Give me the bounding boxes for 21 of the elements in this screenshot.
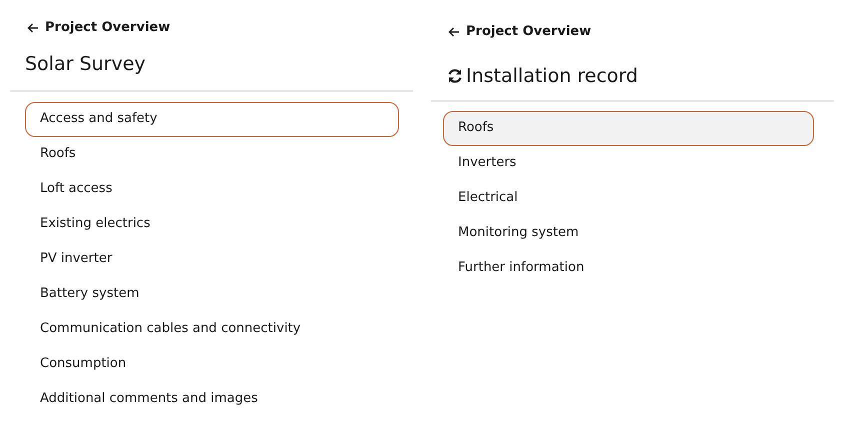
refresh-icon xyxy=(446,67,464,86)
section-item[interactable]: Monitoring system xyxy=(443,216,814,251)
back-arrow-icon xyxy=(27,22,39,34)
section-item[interactable]: Inverters xyxy=(443,146,814,181)
page-title: Solar Survey xyxy=(25,52,146,76)
back-link[interactable]: Project Overview xyxy=(448,22,592,42)
page-title: Installation record xyxy=(466,64,638,88)
section-item[interactable]: Consumption xyxy=(25,346,399,382)
section-item[interactable]: Electrical xyxy=(443,180,814,216)
section-item[interactable]: PV inverter xyxy=(25,242,399,277)
section-item[interactable]: Access and safety xyxy=(25,102,399,137)
section-item[interactable]: Loft access xyxy=(25,172,399,207)
section-item[interactable]: Roofs xyxy=(25,136,399,172)
section-item[interactable]: Battery system xyxy=(25,276,399,312)
section-item[interactable]: Communication cables and connectivity xyxy=(25,312,399,347)
back-arrow-icon xyxy=(448,26,460,38)
back-link[interactable]: Project Overview xyxy=(27,18,170,38)
section-item[interactable]: Roofs xyxy=(443,110,814,146)
section-item[interactable]: Existing electrics xyxy=(25,206,399,242)
section-item[interactable]: Further information xyxy=(443,250,814,286)
section-item[interactable]: Additional comments and images xyxy=(25,382,399,417)
